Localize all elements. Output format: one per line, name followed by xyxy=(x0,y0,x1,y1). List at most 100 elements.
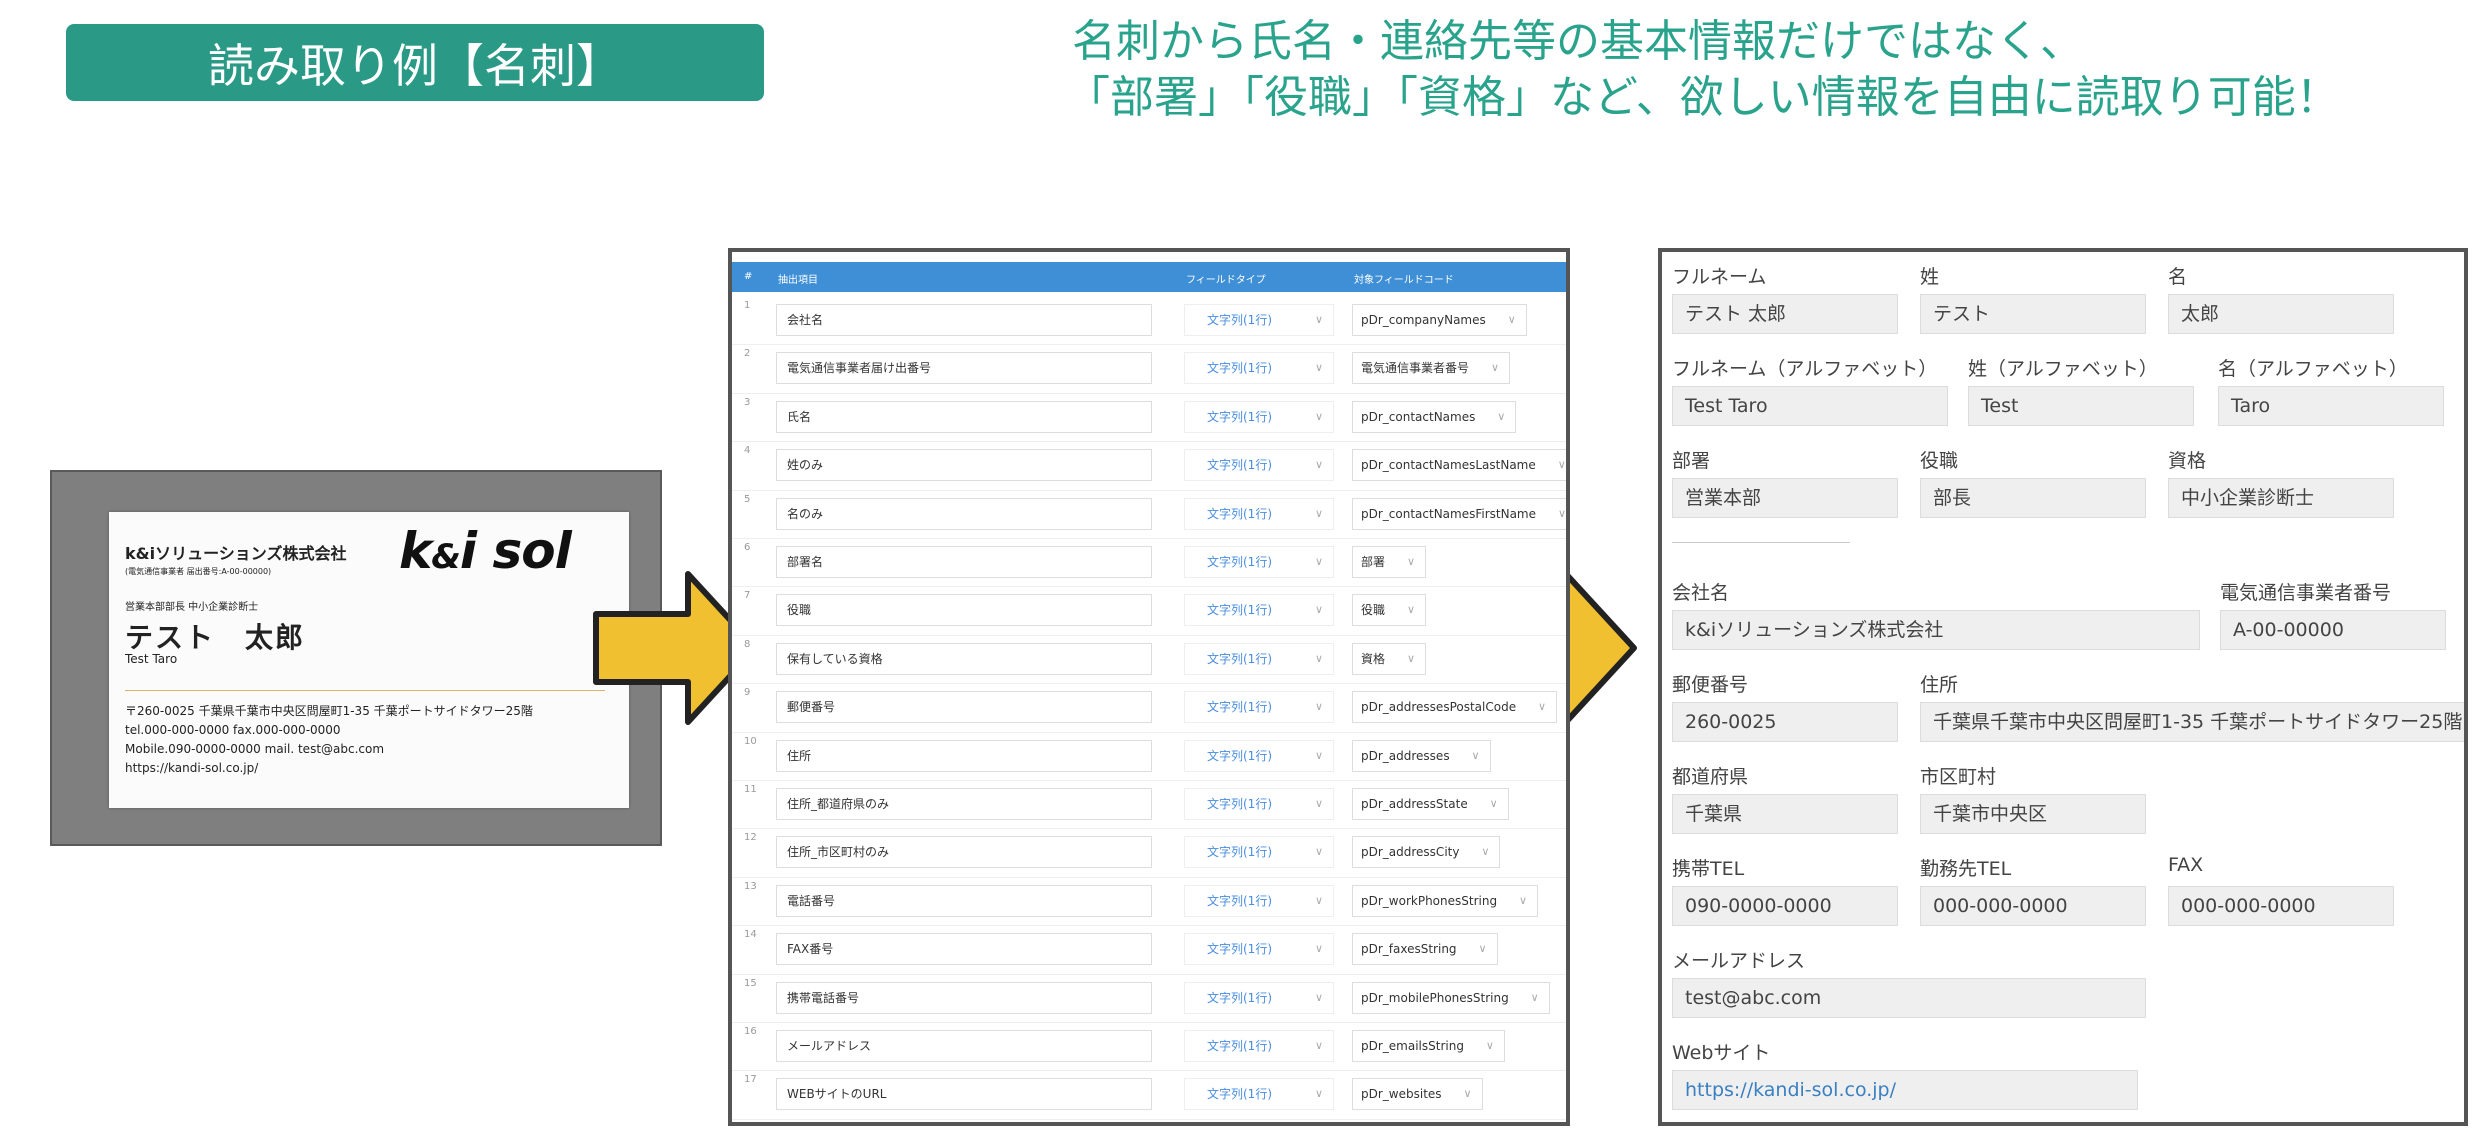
field-code-value: 部署 xyxy=(1361,555,1386,569)
label-last-name: 姓 xyxy=(1920,266,1940,288)
field-code-select[interactable]: pDr_addresses ∨ xyxy=(1352,739,1491,772)
table-row: 2 電気通信事業者届け出番号 文字列(1行) ∨ 電気通信事業者番号 ∨ xyxy=(732,344,1566,394)
chevron-down-icon: ∨ xyxy=(1406,555,1416,568)
field-type-value: 文字列(1行) xyxy=(1207,990,1272,1005)
field-type-select[interactable]: 文字列(1行) ∨ xyxy=(1184,449,1334,482)
field-code-select[interactable]: pDr_contactNamesLastName ∨ xyxy=(1352,449,1566,482)
city-field[interactable]: 千葉市中央区 xyxy=(1920,794,2146,834)
field-type-value: 文字列(1行) xyxy=(1207,555,1272,569)
item-name-field[interactable]: 姓のみ xyxy=(776,449,1152,482)
card-contact: 〒260-0025 千葉県千葉市中央区問屋町1-35 千葉ポートサイドタワー25… xyxy=(125,702,533,778)
field-code-select[interactable]: pDr_contactNames ∨ xyxy=(1352,400,1517,433)
field-code-select[interactable]: pDr_mobilePhonesString ∨ xyxy=(1352,981,1550,1014)
chevron-down-icon: ∨ xyxy=(1314,1039,1323,1052)
business-card: k&iソリューションズ株式会社 (電気通信事業者 届出番号:A-00-00000… xyxy=(109,512,629,808)
field-code-select[interactable]: pDr_addressState ∨ xyxy=(1352,788,1509,820)
field-type-select[interactable]: 文字列(1行) ∨ xyxy=(1184,933,1334,966)
field-type-select[interactable]: 文字列(1行) ∨ xyxy=(1184,836,1334,869)
field-type-select[interactable]: 文字列(1行) ∨ xyxy=(1184,352,1334,385)
field-type-select[interactable]: 文字列(1行) ∨ xyxy=(1184,400,1334,433)
prefecture-field[interactable]: 千葉県 xyxy=(1672,794,1898,834)
field-type-select[interactable]: 文字列(1行) ∨ xyxy=(1184,1030,1334,1062)
field-type-select[interactable]: 文字列(1行) ∨ xyxy=(1184,304,1334,336)
first-name-field[interactable]: 太郎 xyxy=(2168,294,2394,334)
row-number: 15 xyxy=(744,977,757,989)
table-row: 4 姓のみ 文字列(1行) ∨ pDr_contactNamesLastName ∨ xyxy=(732,441,1566,491)
fullname-en-field[interactable]: Test Taro xyxy=(1672,386,1948,426)
field-code-select[interactable]: 役職 ∨ xyxy=(1352,594,1427,627)
field-type-select[interactable]: 文字列(1行) ∨ xyxy=(1184,1078,1334,1111)
field-type-select[interactable]: 文字列(1行) ∨ xyxy=(1184,981,1334,1014)
last-name-en-field[interactable]: Test xyxy=(1968,386,2194,426)
item-name-field[interactable]: 電話番号 xyxy=(776,884,1152,917)
headline-line-1: 名刺から氏名・連絡先等の基本情報だけではなく、 xyxy=(1072,16,2084,67)
card-url: https://kandi-sol.co.jp/ xyxy=(125,761,259,775)
department-field[interactable]: 営業本部 xyxy=(1672,478,1898,518)
item-name-field[interactable]: 氏名 xyxy=(776,400,1152,433)
item-name-field[interactable]: FAX番号 xyxy=(776,933,1152,966)
label-mobile-tel: 携帯TEL xyxy=(1672,858,1745,880)
website-field[interactable]: https://kandi-sol.co.jp/ xyxy=(1672,1070,2138,1110)
field-code-select[interactable]: 資格 ∨ xyxy=(1352,642,1427,675)
first-name-en-field[interactable]: Taro xyxy=(2218,386,2444,426)
table-row: 11 住所_都道府県のみ 文字列(1行) ∨ pDr_addressState ∨ xyxy=(732,780,1566,830)
item-name-field[interactable]: 携帯電話番号 xyxy=(776,981,1152,1014)
chevron-down-icon: ∨ xyxy=(1406,651,1416,665)
field-type-select[interactable]: 文字列(1行) ∨ xyxy=(1184,546,1334,578)
field-code-select[interactable]: pDr_addressesPostalCode ∨ xyxy=(1352,691,1558,724)
field-code-select[interactable]: pDr_websites ∨ xyxy=(1352,1078,1483,1111)
label-department: 部署 xyxy=(1672,450,1711,472)
company-field[interactable]: k&iソリューションズ株式会社 xyxy=(1672,610,2200,650)
item-name-field[interactable]: WEBサイトのURL xyxy=(776,1078,1152,1111)
mobile-tel-field[interactable]: 090-0000-0000 xyxy=(1672,886,1898,926)
header-code: 対象フィールドコード xyxy=(1354,275,1454,286)
item-name-field[interactable]: 住所 xyxy=(776,739,1152,772)
field-type-select[interactable]: 文字列(1行) ∨ xyxy=(1184,884,1334,917)
field-code-select[interactable]: pDr_companyNames ∨ xyxy=(1352,304,1527,336)
field-type-select[interactable]: 文字列(1行) ∨ xyxy=(1184,497,1334,530)
item-name-field[interactable]: 住所_都道府県のみ xyxy=(776,788,1152,820)
table-row: 12 住所_市区町村のみ 文字列(1行) ∨ pDr_addressCity ∨ xyxy=(732,828,1566,878)
field-code-select[interactable]: 部署 ∨ xyxy=(1352,546,1427,578)
field-code-select[interactable]: pDr_emailsString ∨ xyxy=(1352,1030,1505,1062)
field-code-select[interactable]: pDr_faxesString ∨ xyxy=(1352,933,1498,966)
card-mobile-mail: Mobile.090-0000-0000 mail. test@abc.com xyxy=(125,742,385,756)
address-field[interactable]: 千葉県千葉市中央区問屋町1-35 千葉ポートサイドタワー25階 xyxy=(1920,702,2464,742)
position-field[interactable]: 部長 xyxy=(1920,478,2146,518)
item-name-field[interactable]: 名のみ xyxy=(776,497,1152,530)
field-type-select[interactable]: 文字列(1行) ∨ xyxy=(1184,691,1334,724)
item-name-field[interactable]: 役職 xyxy=(776,594,1152,627)
postal-field[interactable]: 260-0025 xyxy=(1672,702,1898,742)
field-code-select[interactable]: pDr_workPhonesString ∨ xyxy=(1352,884,1539,917)
label-qualification: 資格 xyxy=(2168,450,2207,472)
field-code-value: 役職 xyxy=(1361,603,1386,618)
item-name-field[interactable]: 会社名 xyxy=(776,304,1152,336)
card-name: テスト 太郎 xyxy=(125,621,306,654)
field-type-select[interactable]: 文字列(1行) ∨ xyxy=(1184,739,1334,772)
field-type-select[interactable]: 文字列(1行) ∨ xyxy=(1184,594,1334,627)
field-code-select[interactable]: pDr_addressCity ∨ xyxy=(1352,836,1501,869)
last-name-field[interactable]: テスト xyxy=(1920,294,2146,334)
field-code-select[interactable]: pDr_contactNamesFirstName ∨ xyxy=(1352,497,1566,530)
chevron-down-icon: ∨ xyxy=(1314,990,1323,1004)
work-tel-field[interactable]: 000-000-0000 xyxy=(1920,886,2146,926)
item-name-field[interactable]: 住所_市区町村のみ xyxy=(776,836,1152,869)
item-name-field[interactable]: 保有している資格 xyxy=(776,642,1152,675)
field-type-select[interactable]: 文字列(1行) ∨ xyxy=(1184,642,1334,675)
fax-field[interactable]: 000-000-0000 xyxy=(2168,886,2394,926)
item-name-field[interactable]: メールアドレス xyxy=(776,1030,1152,1062)
row-number: 2 xyxy=(744,348,751,360)
item-name-field[interactable]: 部署名 xyxy=(776,546,1152,578)
qualification-field[interactable]: 中小企業診断士 xyxy=(2168,478,2394,518)
field-type-value: 文字列(1行) xyxy=(1207,942,1272,957)
telecom-number-field[interactable]: A-00-00000 xyxy=(2220,610,2446,650)
card-tel-fax: tel.000-000-0000 fax.000-000-0000 xyxy=(125,723,341,737)
chevron-down-icon: ∨ xyxy=(1557,458,1566,472)
field-type-select[interactable]: 文字列(1行) ∨ xyxy=(1184,788,1334,820)
field-code-select[interactable]: 電気通信事業者番号 ∨ xyxy=(1352,352,1511,385)
item-name-field[interactable]: 郵便番号 xyxy=(776,691,1152,724)
item-name-field[interactable]: 電気通信事業者届け出番号 xyxy=(776,352,1152,385)
fullname-field[interactable]: テスト 太郎 xyxy=(1672,294,1898,334)
email-field[interactable]: test@abc.com xyxy=(1672,978,2146,1018)
field-code-value: pDr_addressCity xyxy=(1361,845,1460,860)
